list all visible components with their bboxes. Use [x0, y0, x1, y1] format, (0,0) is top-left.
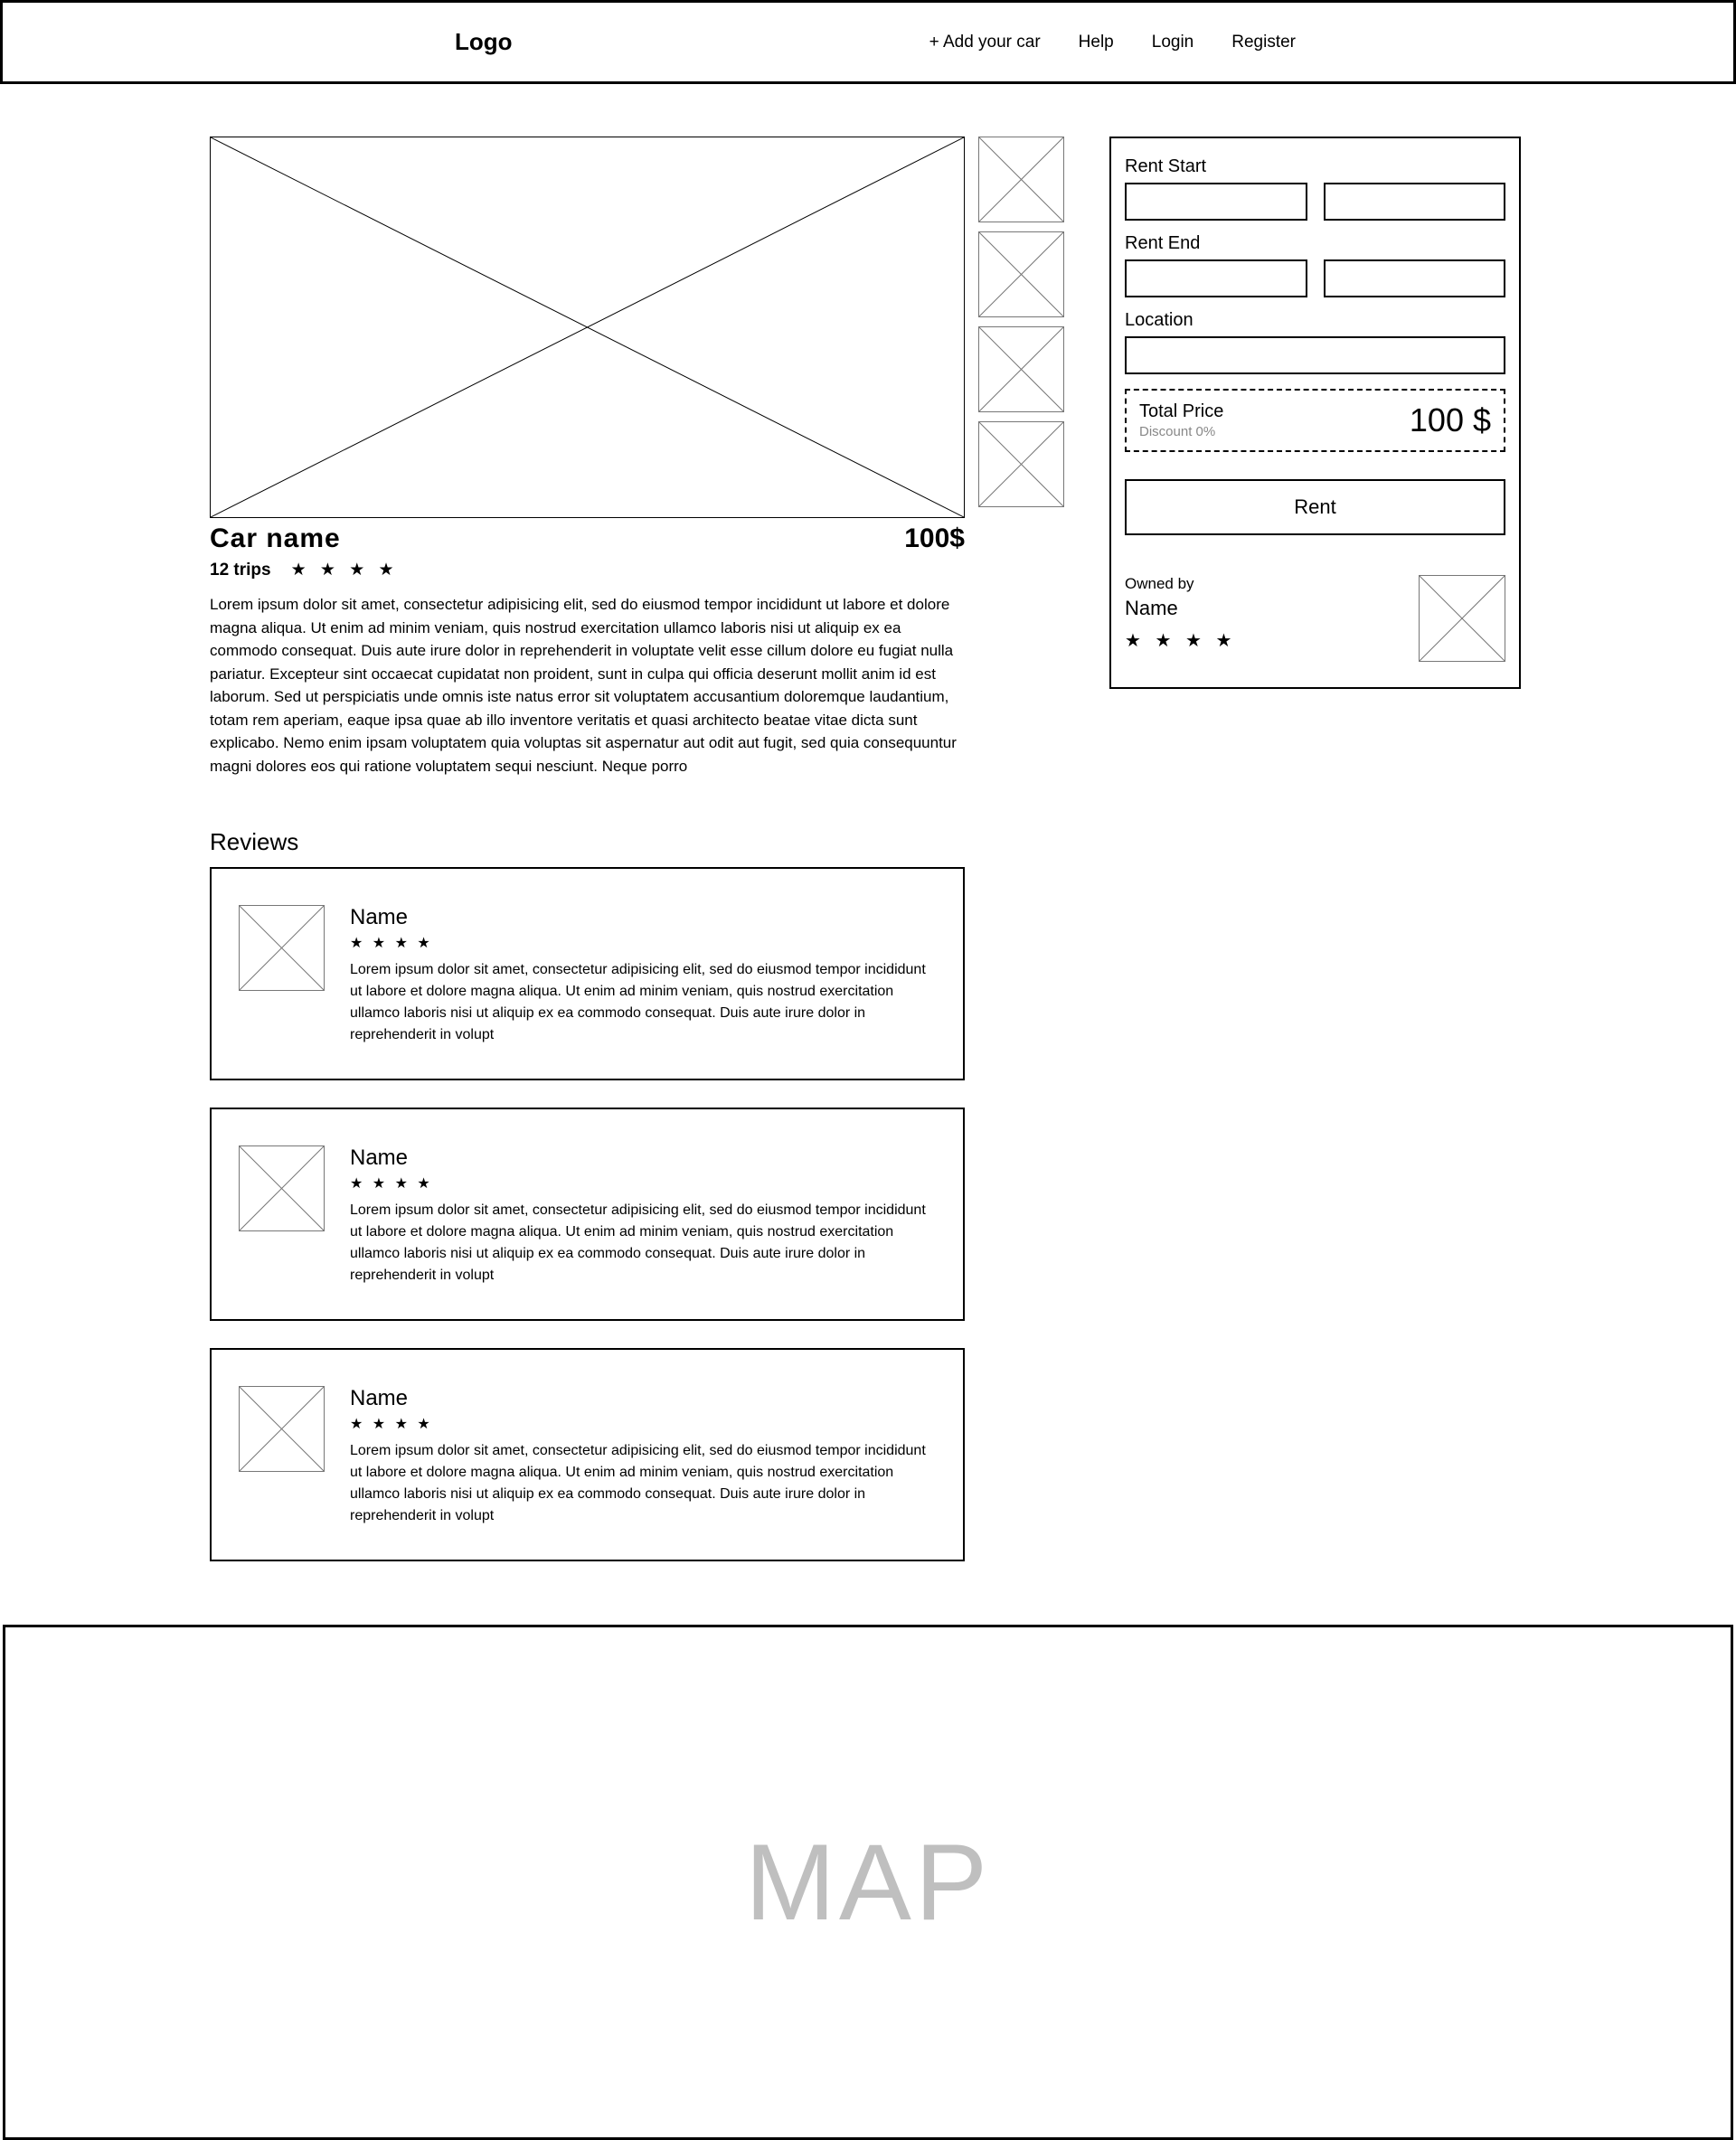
total-price-value: 100 $: [1410, 401, 1491, 439]
car-thumbnail[interactable]: [978, 421, 1064, 507]
review-text: Lorem ipsum dolor sit amet, consectetur …: [350, 1440, 927, 1527]
car-name: Car name: [210, 523, 341, 554]
car-price: 100$: [904, 523, 965, 554]
nav-add-car[interactable]: + Add your car: [929, 33, 1041, 52]
reviews-title: Reviews: [210, 828, 965, 856]
review-text: Lorem ipsum dolor sit amet, consectetur …: [350, 959, 927, 1046]
map[interactable]: MAP: [3, 1625, 1733, 2140]
location-label: Location: [1125, 310, 1505, 331]
rent-start-date-field[interactable]: [1125, 183, 1307, 221]
owner-name: Name: [1125, 597, 1236, 620]
rent-end-label: Rent End: [1125, 233, 1505, 254]
car-thumbnail[interactable]: [978, 326, 1064, 412]
discount-label: Discount 0%: [1139, 424, 1223, 439]
nav: + Add your car Help Login Register: [929, 33, 1296, 52]
reviewer-name: Name: [350, 1386, 927, 1411]
thumbnails: [978, 137, 1064, 1589]
car-description: Lorem ipsum dolor sit amet, consectetur …: [210, 593, 965, 778]
car-thumbnail[interactable]: [978, 231, 1064, 317]
car-trips: 12 trips: [210, 561, 271, 580]
owner-avatar[interactable]: [1419, 575, 1505, 662]
nav-login[interactable]: Login: [1152, 33, 1194, 52]
owned-by-label: Owned by: [1125, 575, 1236, 593]
car-image-main[interactable]: [210, 137, 965, 518]
logo[interactable]: Logo: [455, 28, 513, 56]
reviewer-avatar: [239, 1386, 325, 1472]
owner-stars: ★ ★ ★ ★: [1125, 629, 1236, 652]
review-stars: ★ ★ ★ ★: [350, 1415, 927, 1433]
rent-end-time-field[interactable]: [1324, 259, 1506, 297]
owner-section: Owned by Name ★ ★ ★ ★: [1125, 575, 1505, 662]
rent-end-date-field[interactable]: [1125, 259, 1307, 297]
reviewer-name: Name: [350, 1145, 927, 1171]
car-thumbnail[interactable]: [978, 137, 1064, 222]
rent-start-label: Rent Start: [1125, 156, 1505, 177]
review-item: Name ★ ★ ★ ★ Lorem ipsum dolor sit amet,…: [210, 1108, 965, 1321]
booking-panel: Rent Start Rent End Location Total Price…: [1109, 137, 1521, 689]
review-item: Name ★ ★ ★ ★ Lorem ipsum dolor sit amet,…: [210, 867, 965, 1080]
total-price-box: Total Price Discount 0% 100 $: [1125, 389, 1505, 452]
total-price-label: Total Price: [1139, 401, 1223, 422]
map-placeholder-text: MAP: [745, 1820, 991, 1945]
review-stars: ★ ★ ★ ★: [350, 1174, 927, 1193]
car-stars: ★ ★ ★ ★: [291, 560, 399, 580]
location-field[interactable]: [1125, 336, 1505, 374]
reviewer-name: Name: [350, 905, 927, 930]
reviewer-avatar: [239, 1145, 325, 1231]
reviewer-avatar: [239, 905, 325, 991]
nav-register[interactable]: Register: [1231, 33, 1296, 52]
nav-help[interactable]: Help: [1079, 33, 1114, 52]
review-item: Name ★ ★ ★ ★ Lorem ipsum dolor sit amet,…: [210, 1348, 965, 1561]
header: Logo + Add your car Help Login Register: [0, 0, 1736, 84]
review-text: Lorem ipsum dolor sit amet, consectetur …: [350, 1200, 927, 1287]
rent-button[interactable]: Rent: [1125, 479, 1505, 535]
rent-start-time-field[interactable]: [1324, 183, 1506, 221]
review-stars: ★ ★ ★ ★: [350, 934, 927, 952]
